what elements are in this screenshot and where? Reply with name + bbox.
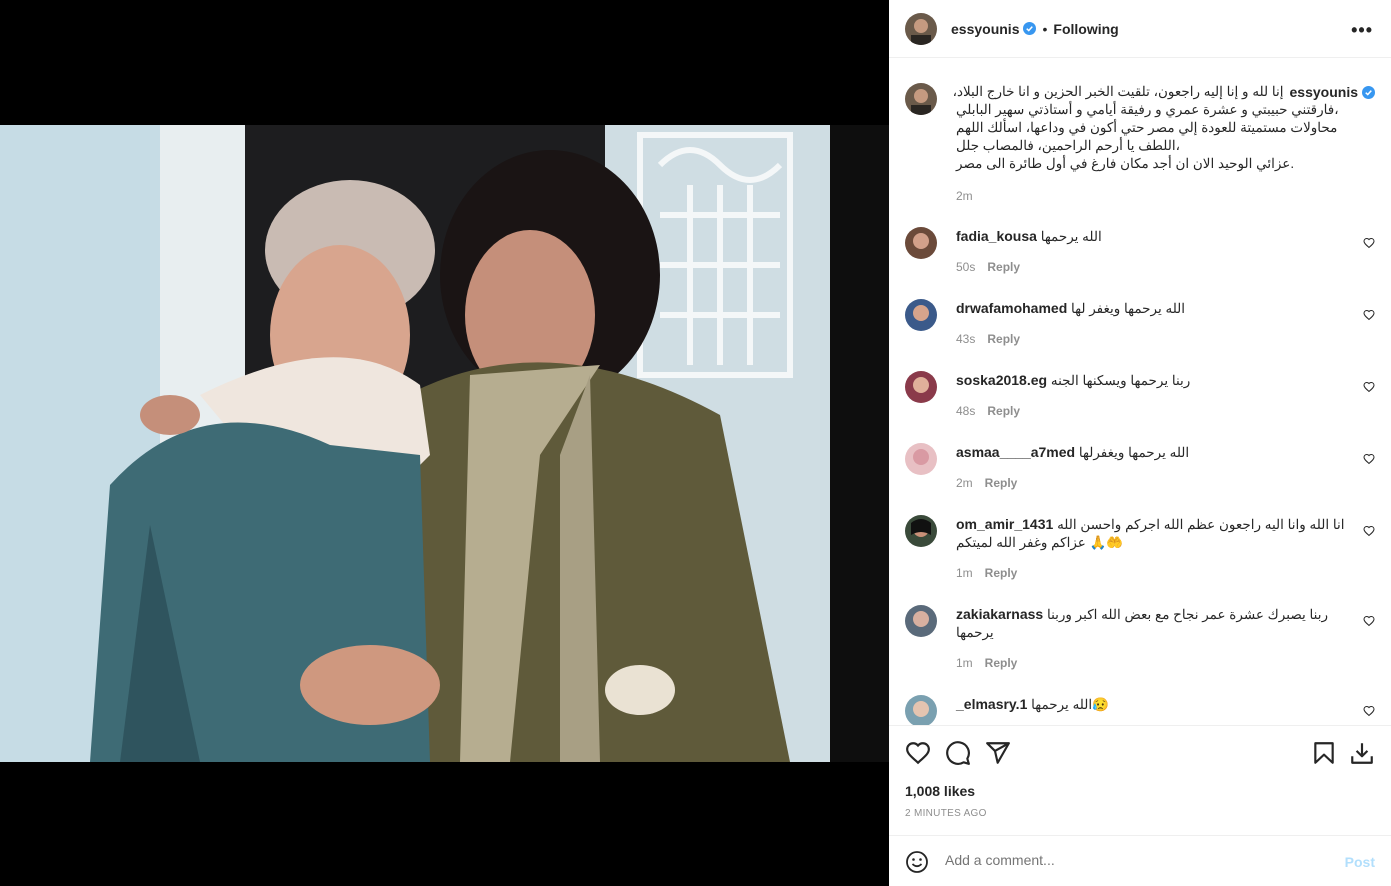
comment-item: om_amir_1431 انا الله وانا اليه راجعون ع… xyxy=(905,515,1375,582)
instagram-post-modal: essyounis • Following ••• إنا لله و إنا … xyxy=(0,0,1391,886)
commenter-username[interactable]: soska2018.eg xyxy=(956,372,1047,388)
like-comment-heart-icon[interactable] xyxy=(1363,381,1375,393)
comment-time: 43s xyxy=(956,332,976,346)
save-bookmark-icon[interactable] xyxy=(1311,740,1337,766)
commenter-avatar[interactable] xyxy=(905,695,937,725)
commenter-avatar[interactable] xyxy=(905,605,937,637)
separator-dot: • xyxy=(1042,20,1048,37)
comment-time: 1m xyxy=(956,566,973,580)
download-icon[interactable] xyxy=(1349,740,1375,766)
comment-text: الله يرحمها ويغفرلها xyxy=(1078,445,1190,460)
post-comment-button[interactable]: Post xyxy=(1345,854,1375,870)
post-photo[interactable] xyxy=(0,125,889,762)
reply-button[interactable]: Reply xyxy=(985,476,1018,490)
like-comment-heart-icon[interactable] xyxy=(1363,615,1375,627)
commenter-avatar[interactable] xyxy=(905,299,937,331)
comment-time: 48s xyxy=(956,404,976,418)
comment-text-continued: يرحمها xyxy=(956,625,994,640)
post-actions: 1,008 likes 2 MINUTES AGO Post xyxy=(889,725,1391,886)
post-timestamp: 2 MINUTES AGO xyxy=(905,808,987,819)
more-options-icon[interactable]: ••• xyxy=(1351,20,1373,41)
commenter-username[interactable]: asmaa____a7med xyxy=(956,444,1075,460)
like-comment-heart-icon[interactable] xyxy=(1363,309,1375,321)
like-comment-heart-icon[interactable] xyxy=(1363,237,1375,249)
comment-item: _elmasry.1 الله يرحمها😥 xyxy=(905,695,1375,725)
comment-text: الله يرحمها ويغفر لها xyxy=(1071,301,1186,316)
comment-text: ربنا يرحمها ويسكنها الجنه xyxy=(1050,373,1191,388)
caption-text-line: إنا لله و إنا إليه راجعون، تلقيت الخبر ا… xyxy=(952,84,1284,99)
emoji-smile-icon[interactable] xyxy=(905,850,929,874)
action-icons xyxy=(905,740,1375,766)
add-comment-bar: Post xyxy=(889,835,1391,886)
comment-text: الله يرحمها😥 xyxy=(1031,697,1109,712)
likes-count[interactable]: 1,008 likes xyxy=(905,783,975,799)
comments-list[interactable]: إنا لله و إنا إليه راجعون، تلقيت الخبر ا… xyxy=(889,59,1391,725)
post-header: essyounis • Following ••• xyxy=(889,0,1391,58)
reply-button[interactable]: Reply xyxy=(987,332,1020,346)
commenter-avatar[interactable] xyxy=(905,227,937,259)
share-paper-plane-icon[interactable] xyxy=(985,740,1011,766)
caption-username[interactable]: essyounis xyxy=(1290,83,1358,101)
comment-text-continued: عزاكم وغفر الله لميتكم 🙏🤲 xyxy=(956,535,1124,550)
add-comment-input[interactable] xyxy=(945,852,1325,868)
caption-avatar[interactable] xyxy=(905,83,937,115)
reply-button[interactable]: Reply xyxy=(987,260,1020,274)
comment-bubble-icon[interactable] xyxy=(945,740,971,766)
post-panel: essyounis • Following ••• إنا لله و إنا … xyxy=(889,0,1391,886)
comment-item: soska2018.eg ربنا يرحمها ويسكنها الجنه 4… xyxy=(905,371,1375,420)
media-area xyxy=(0,0,889,886)
commenter-username[interactable]: fadia_kousa xyxy=(956,228,1037,244)
like-comment-heart-icon[interactable] xyxy=(1363,705,1375,717)
comment-text: ربنا يصبرك عشرة عمر نجاح مع بعض الله اكب… xyxy=(1046,607,1328,622)
comment-time: 50s xyxy=(956,260,976,274)
caption-text-line: عزائي الوحيد الان ان أجد مكان فارغ في أو… xyxy=(956,156,1295,171)
comment-item: drwafamohamed الله يرحمها ويغفر لها 43s R… xyxy=(905,299,1375,348)
commenter-username[interactable]: drwafamohamed xyxy=(956,300,1067,316)
like-comment-heart-icon[interactable] xyxy=(1363,453,1375,465)
commenter-avatar[interactable] xyxy=(905,371,937,403)
caption-text-line: اللطف يا أرحم الراحمين، فالمصاب جلل، xyxy=(956,138,1180,153)
commenter-avatar[interactable] xyxy=(905,443,937,475)
caption-time: 2m xyxy=(956,189,973,203)
commenter-username[interactable]: om_amir_1431 xyxy=(956,516,1053,532)
commenter-avatar[interactable] xyxy=(905,515,937,547)
verified-badge-icon xyxy=(1362,85,1375,99)
verified-badge-icon xyxy=(1023,22,1037,35)
reply-button[interactable]: Reply xyxy=(985,566,1018,580)
comment-item: fadia_kousa الله يرحمها 50s Reply xyxy=(905,227,1375,276)
like-heart-icon[interactable] xyxy=(905,740,931,766)
caption-text-line: فارقتني حبيبتي و عشرة عمري و رفيقة أيامي… xyxy=(956,102,1339,117)
commenter-username[interactable]: zakiakarnass xyxy=(956,606,1043,622)
comment-item: asmaa____a7med الله يرحمها ويغفرلها 2m Re… xyxy=(905,443,1375,492)
comment-time: 2m xyxy=(956,476,973,490)
comment-item: zakiakarnass ربنا يصبرك عشرة عمر نجاح مع… xyxy=(905,605,1375,672)
like-comment-heart-icon[interactable] xyxy=(1363,525,1375,537)
comment-text: الله يرحمها xyxy=(1040,229,1102,244)
commenter-username[interactable]: _elmasry.1 xyxy=(956,696,1027,712)
following-button[interactable]: Following xyxy=(1053,21,1118,37)
reply-button[interactable]: Reply xyxy=(987,404,1020,418)
comment-time: 1m xyxy=(956,656,973,670)
author-username[interactable]: essyounis xyxy=(951,21,1019,37)
author-avatar[interactable] xyxy=(905,12,937,45)
comment-text: انا الله وانا اليه راجعون عظم الله اجركم… xyxy=(1057,517,1345,532)
reply-button[interactable]: Reply xyxy=(985,656,1018,670)
caption-text-line: محاولات مستميتة للعودة إلي مصر حتي أكون … xyxy=(956,120,1338,135)
caption: إنا لله و إنا إليه راجعون، تلقيت الخبر ا… xyxy=(905,83,1375,205)
